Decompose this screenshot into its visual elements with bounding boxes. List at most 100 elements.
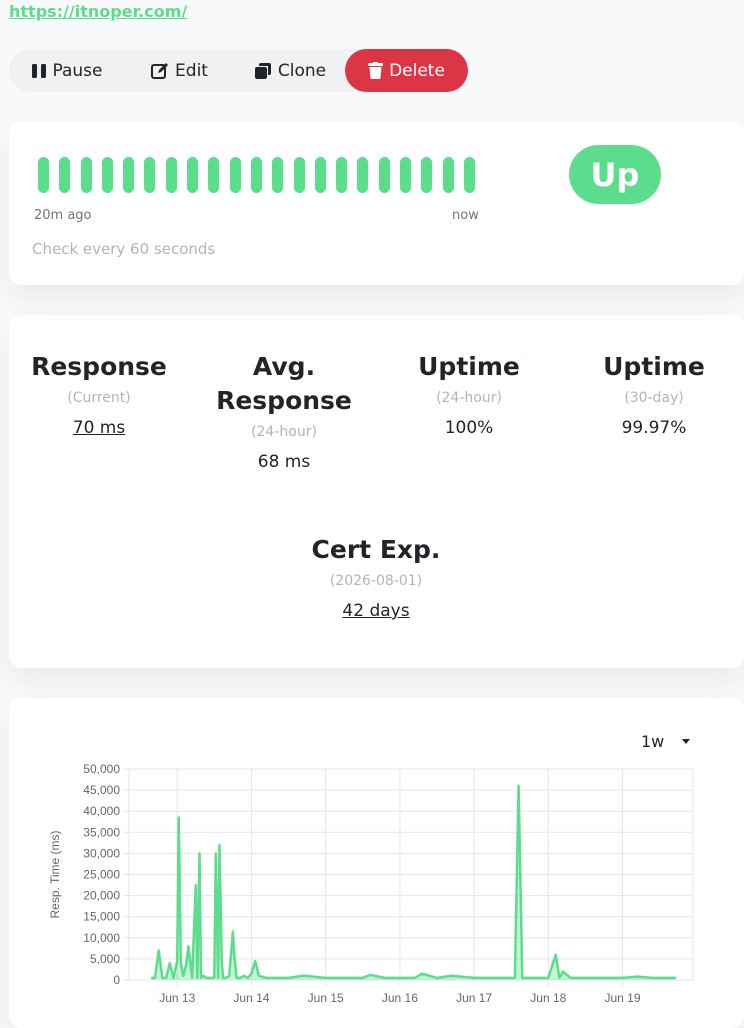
heartbeat-beat[interactable] (336, 157, 348, 193)
heartbeat-beat[interactable] (101, 157, 113, 193)
pause-icon (31, 63, 47, 79)
stat-title: Uptime (603, 352, 705, 381)
data-point (666, 977, 668, 979)
data-point (217, 977, 219, 979)
trash-icon (368, 62, 384, 79)
caret-down-icon (682, 739, 691, 744)
data-point (532, 977, 535, 979)
heartbeat-beat[interactable] (187, 157, 199, 193)
delete-button[interactable]: Delete (345, 49, 468, 92)
y-tick-label: 30,000 (83, 846, 120, 860)
stat-value: 100% (444, 418, 494, 438)
stat-value-link[interactable]: 42 days (286, 599, 466, 623)
heartbeat-beat[interactable] (421, 157, 433, 193)
edit-label: Edit (175, 60, 208, 81)
pause-label: Pause (52, 60, 103, 81)
stat-subtitle: (24-hour) (251, 424, 317, 440)
data-point (607, 977, 609, 979)
heartbeat-beat[interactable] (208, 157, 220, 193)
heartbeat-beat[interactable] (123, 157, 135, 193)
pause-button[interactable]: Pause (9, 49, 124, 92)
y-tick-label: 15,000 (83, 910, 120, 924)
heartbeat-beat[interactable] (165, 157, 177, 193)
data-point (347, 977, 349, 979)
data-point (176, 960, 178, 962)
data-point (185, 964, 187, 966)
data-point (247, 977, 249, 979)
data-point (503, 977, 505, 979)
data-point (258, 975, 260, 977)
data-point (636, 976, 638, 978)
heartbeat-beat[interactable] (59, 157, 71, 193)
data-point (180, 962, 182, 964)
data-point (521, 977, 523, 979)
edit-icon (151, 62, 169, 80)
heartbeat-beat[interactable] (38, 157, 49, 193)
data-point (488, 977, 490, 979)
series-area (151, 785, 676, 980)
heartbeat-beat[interactable] (314, 157, 326, 193)
heartbeat-beat[interactable] (80, 157, 92, 193)
data-point (265, 977, 267, 979)
heartbeat-beat[interactable] (293, 157, 305, 193)
y-tick-label: 50,000 (83, 762, 120, 776)
data-point (187, 945, 189, 947)
data-point (414, 977, 416, 979)
y-axis-title: Resp. Time (ms) (48, 830, 62, 918)
heartbeat-beat[interactable] (378, 157, 390, 193)
heartbeat-card: 20m ago now Check every 60 seconds Up (9, 122, 744, 285)
data-point (399, 977, 401, 979)
y-tick-label: 20,000 (83, 889, 120, 903)
stat-uptime-24h: Uptime (24-hour) 100% (379, 350, 559, 440)
heartbeat-beat[interactable] (357, 157, 369, 193)
heartbeat-beat[interactable] (463, 157, 475, 193)
data-point (228, 975, 230, 977)
data-point (222, 977, 224, 979)
heartbeat-beat[interactable] (442, 157, 454, 193)
clone-icon (254, 62, 272, 80)
stat-title: Cert Exp. (311, 535, 441, 564)
data-point (555, 954, 557, 956)
monitor-url-link[interactable]: https://itnoper.com/ (9, 2, 187, 21)
data-point (558, 977, 561, 979)
delete-label: Delete (389, 60, 445, 81)
stats-card: Response (Current) 70 ms Avg. Response (… (9, 315, 744, 668)
x-tick-label: Jun 15 (308, 991, 344, 1005)
clone-button[interactable]: Clone (235, 49, 345, 92)
data-point (250, 973, 252, 975)
edit-button[interactable]: Edit (124, 49, 235, 92)
heartbeat-beat[interactable] (229, 157, 241, 193)
y-tick-label: 45,000 (83, 783, 120, 797)
heartbeat-beat[interactable] (400, 157, 412, 193)
stat-title: Response (31, 352, 167, 381)
data-point (325, 977, 327, 979)
check-interval-text: Check every 60 seconds (32, 240, 216, 258)
data-point (547, 977, 549, 979)
data-point (195, 884, 197, 886)
heartbeat-beat[interactable] (144, 157, 156, 193)
data-point (165, 977, 167, 979)
data-point (384, 977, 386, 979)
data-point (202, 975, 204, 977)
data-point (213, 977, 215, 979)
period-dropdown[interactable]: 1w (641, 732, 691, 751)
data-point (570, 977, 572, 979)
data-point (198, 852, 201, 854)
response-time-chart: 0 5,000 10,000 15,000 20,000 25,000 30,000 35,0… (48, 762, 694, 1005)
data-point (236, 977, 238, 979)
stat-value: 99.97% (621, 418, 687, 438)
stat-subtitle: (2026-08-01) (329, 573, 423, 589)
stat-value-link[interactable]: 70 ms (9, 416, 189, 440)
heartbeat-beat[interactable] (250, 157, 262, 193)
y-tick-label: 5,000 (90, 952, 120, 966)
x-tick-label: Jun 14 (233, 991, 269, 1005)
status-badge: Up (569, 145, 661, 204)
data-point (196, 977, 198, 979)
y-tick-label: 35,000 (83, 825, 120, 839)
clone-label: Clone (277, 60, 327, 81)
heartbeat-beat[interactable] (272, 157, 284, 193)
stat-subtitle: (30-day) (624, 390, 684, 406)
period-value: 1w (641, 732, 665, 751)
y-tick-label: 0 (113, 973, 120, 987)
y-tick-label: 40,000 (83, 804, 120, 818)
